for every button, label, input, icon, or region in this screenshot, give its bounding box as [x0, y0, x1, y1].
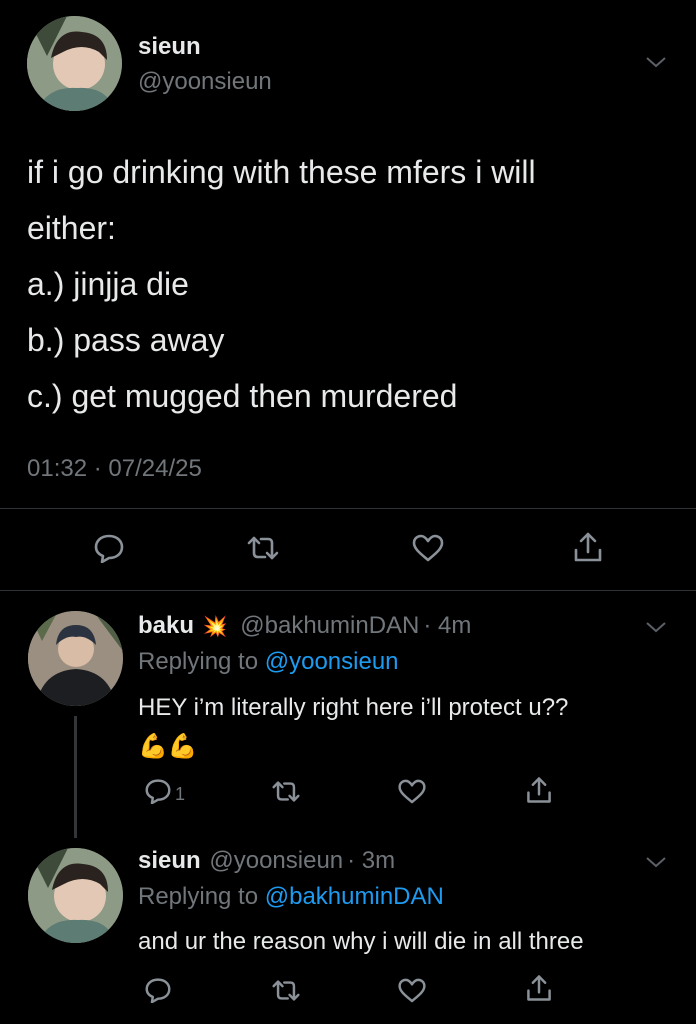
replying-prefix: Replying to: [138, 883, 259, 910]
tweet-line: if i go drinking with these mfers i will: [27, 154, 536, 190]
handle[interactable]: @yoonsieun: [138, 68, 272, 96]
reply-header: sieun @yoonsieun · 3m: [138, 847, 395, 875]
reply-age: · 3m: [347, 847, 396, 874]
divider: [0, 508, 696, 509]
avatar[interactable]: [27, 16, 122, 111]
retweet-icon[interactable]: [246, 535, 280, 561]
avatar[interactable]: [28, 611, 123, 706]
display-name[interactable]: sieun: [138, 33, 201, 61]
share-icon[interactable]: [524, 973, 554, 1003]
divider: [0, 590, 696, 591]
reply-header: baku 💥 @bakhuminDAN · 4m: [138, 612, 471, 640]
timestamp: 01:32 · 07/24/25: [27, 455, 202, 482]
reply-text: and ur the reason why i will die in all …: [138, 928, 584, 955]
mention-link[interactable]: @yoonsieun: [265, 648, 399, 675]
reply-icon[interactable]: [144, 977, 172, 1003]
like-icon[interactable]: [397, 977, 427, 1004]
share-icon[interactable]: [524, 775, 554, 805]
retweet-icon[interactable]: [271, 780, 301, 803]
flexed-biceps-emoji: 💪💪: [138, 733, 198, 760]
mention-link[interactable]: @bakhuminDAN: [265, 883, 444, 910]
chevron-down-icon[interactable]: [645, 855, 667, 869]
display-name[interactable]: sieun: [138, 847, 201, 874]
reply-count: 1: [175, 784, 186, 804]
tweet-line: a.) jinjja die: [27, 266, 189, 302]
handle[interactable]: @bakhuminDAN: [240, 612, 419, 639]
display-name[interactable]: baku: [138, 612, 194, 639]
handle[interactable]: @yoonsieun: [209, 847, 343, 874]
like-icon[interactable]: [411, 533, 445, 563]
chevron-down-icon[interactable]: [645, 620, 667, 634]
tweet-line: either:: [27, 210, 116, 246]
retweet-icon[interactable]: [271, 979, 301, 1002]
replying-prefix: Replying to: [138, 648, 259, 675]
replying-to: Replying to @bakhuminDAN: [138, 883, 444, 911]
explosion-emoji: 💥: [202, 616, 228, 638]
reply-icon[interactable]: [144, 778, 172, 804]
avatar[interactable]: [28, 848, 123, 943]
reply-icon[interactable]: [93, 533, 125, 563]
tweet-line: b.) pass away: [27, 322, 225, 358]
like-icon[interactable]: [397, 778, 427, 805]
tweet-text: if i go drinking with these mfers i will…: [27, 144, 536, 424]
thread-line: [74, 716, 77, 838]
reply-text: HEY i’m literally right here i’ll protec…: [138, 694, 569, 721]
replying-to: Replying to @yoonsieun: [138, 648, 399, 676]
chevron-down-icon[interactable]: [645, 55, 667, 69]
reply-age: · 4m: [423, 612, 472, 639]
share-icon[interactable]: [571, 530, 605, 564]
tweet-line: c.) get mugged then murdered: [27, 378, 458, 414]
